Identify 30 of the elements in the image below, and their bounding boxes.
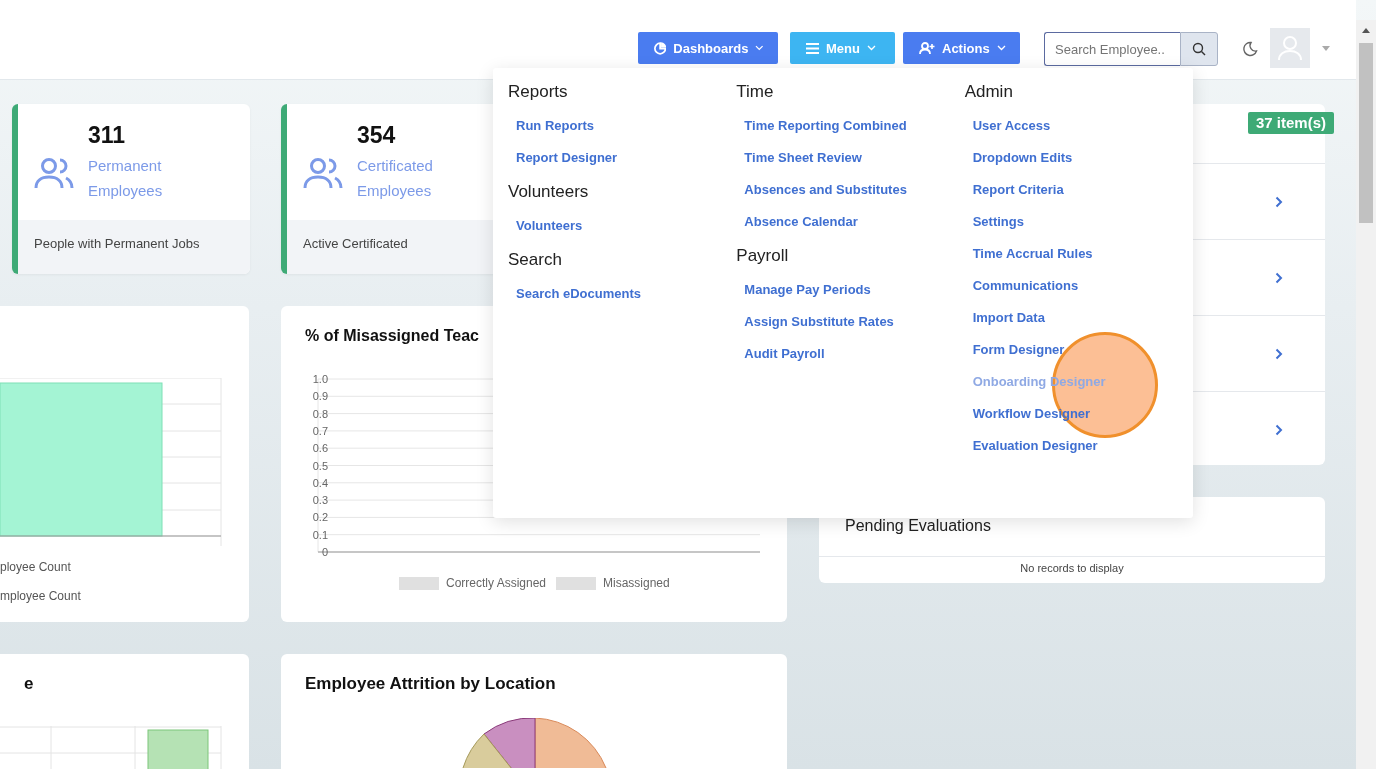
legend-label: mployee Count: [0, 589, 82, 605]
axis-tick-label: 0.9: [312, 390, 328, 403]
menu-heading: Reports: [508, 82, 568, 103]
axis-tick-label: 0.1: [312, 528, 328, 541]
axis-tick-label: 0.7: [312, 424, 328, 437]
menu-heading: Time: [736, 82, 774, 103]
stat-footer: People with Permanent Jobs: [18, 220, 250, 274]
chart-title: e: [23, 673, 35, 695]
stat-label: Certificated Employees: [357, 156, 434, 201]
legend-label: Correctly Assigned: [446, 576, 547, 590]
menu-heading: Volunteers: [508, 182, 589, 203]
menu-heading: Payroll: [736, 246, 789, 267]
chart-title: Employee Attrition by Location: [304, 673, 557, 695]
axis-tick-label: 0.3: [312, 494, 328, 507]
chart-title: % of Misassigned Teac: [305, 327, 479, 344]
axis-tick-label: 0.2: [312, 511, 328, 524]
empty-message: No records to display: [1019, 561, 1125, 574]
legend-label: ployee Count: [0, 560, 72, 576]
axis-tick-label: 0.6: [312, 442, 328, 455]
count-badge: 37 item(s): [1247, 112, 1334, 134]
axis-tick-label: 0.8: [312, 407, 328, 420]
stat-value: 311: [88, 122, 127, 149]
legend-label: Misassigned: [603, 576, 670, 590]
axis-tick-label: 0: [321, 546, 328, 558]
stat-value: 354: [357, 122, 397, 149]
axis-tick-label: 0.5: [312, 459, 328, 472]
axis-tick-label: 0.4: [312, 476, 328, 489]
menu-heading: Admin: [964, 82, 1013, 103]
axis-tick-label: 1.0: [312, 373, 328, 385]
stat-label: Permanent Employees: [88, 156, 164, 201]
